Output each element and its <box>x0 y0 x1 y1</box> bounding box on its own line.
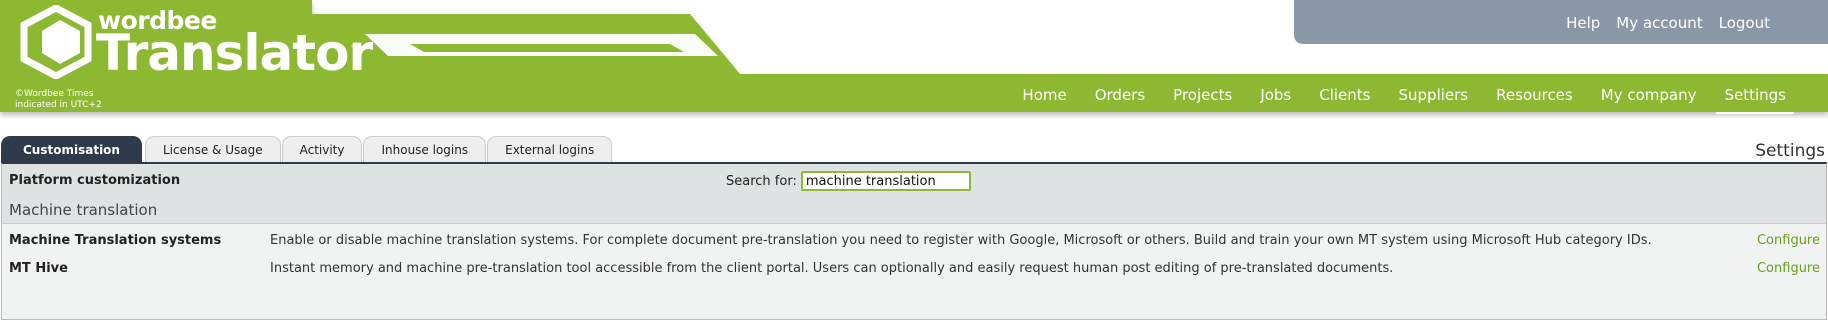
panel-header: Platform customization Search for: Machi… <box>2 164 1826 224</box>
nav-projects[interactable]: Projects <box>1159 84 1246 106</box>
item-name: Machine Translation systems <box>9 233 222 248</box>
search-label: Search for: <box>726 173 797 189</box>
list-item: MT Hive Instant memory and machine pre-t… <box>2 256 1826 284</box>
panel-title: Platform customization <box>9 173 181 188</box>
customization-panel: Platform customization Search for: Machi… <box>1 162 1827 320</box>
help-link[interactable]: Help <box>1558 12 1608 34</box>
configure-link[interactable]: Configure <box>1757 233 1820 248</box>
my-account-link[interactable]: My account <box>1608 12 1710 34</box>
item-description: Enable or disable machine translation sy… <box>270 233 1652 248</box>
brand-translator: Translator <box>96 24 373 82</box>
main-nav: Home Orders Projects Jobs Clients Suppli… <box>1008 84 1800 114</box>
nav-home[interactable]: Home <box>1008 84 1080 106</box>
wordbee-logo-icon <box>20 5 92 79</box>
search-input[interactable] <box>800 171 971 191</box>
utility-nav: Help My account Logout <box>1558 12 1778 34</box>
tab-activity[interactable]: Activity <box>281 136 363 162</box>
tab-external-logins[interactable]: External logins <box>487 136 613 162</box>
tab-customisation[interactable]: Customisation <box>1 136 142 162</box>
app-header: wordbee Translator ™ ©Wordbee Times indi… <box>0 0 1828 118</box>
tab-license-usage[interactable]: License & Usage <box>144 136 281 162</box>
nav-suppliers[interactable]: Suppliers <box>1385 84 1483 106</box>
nav-clients[interactable]: Clients <box>1305 84 1384 106</box>
logout-link[interactable]: Logout <box>1711 12 1778 34</box>
page-title: Settings <box>1755 141 1825 161</box>
settings-tabs: Customisation License & Usage Activity I… <box>1 136 613 162</box>
nav-jobs[interactable]: Jobs <box>1246 84 1305 106</box>
item-name: MT Hive <box>9 261 68 276</box>
nav-settings[interactable]: Settings <box>1710 84 1800 114</box>
tab-inhouse-logins[interactable]: Inhouse logins <box>363 136 487 162</box>
section-title: Machine translation <box>9 201 158 219</box>
nav-resources[interactable]: Resources <box>1482 84 1587 106</box>
nav-orders[interactable]: Orders <box>1081 84 1159 106</box>
copyright-timezone-note: ©Wordbee Times indicated in UTC+2 <box>15 89 102 110</box>
item-description: Instant memory and machine pre-translati… <box>270 261 1394 276</box>
brand-trademark: ™ <box>350 44 358 53</box>
nav-my-company[interactable]: My company <box>1587 84 1711 106</box>
search-box: Search for: <box>726 171 971 191</box>
list-item: Machine Translation systems Enable or di… <box>2 228 1826 256</box>
configure-link[interactable]: Configure <box>1757 261 1820 276</box>
